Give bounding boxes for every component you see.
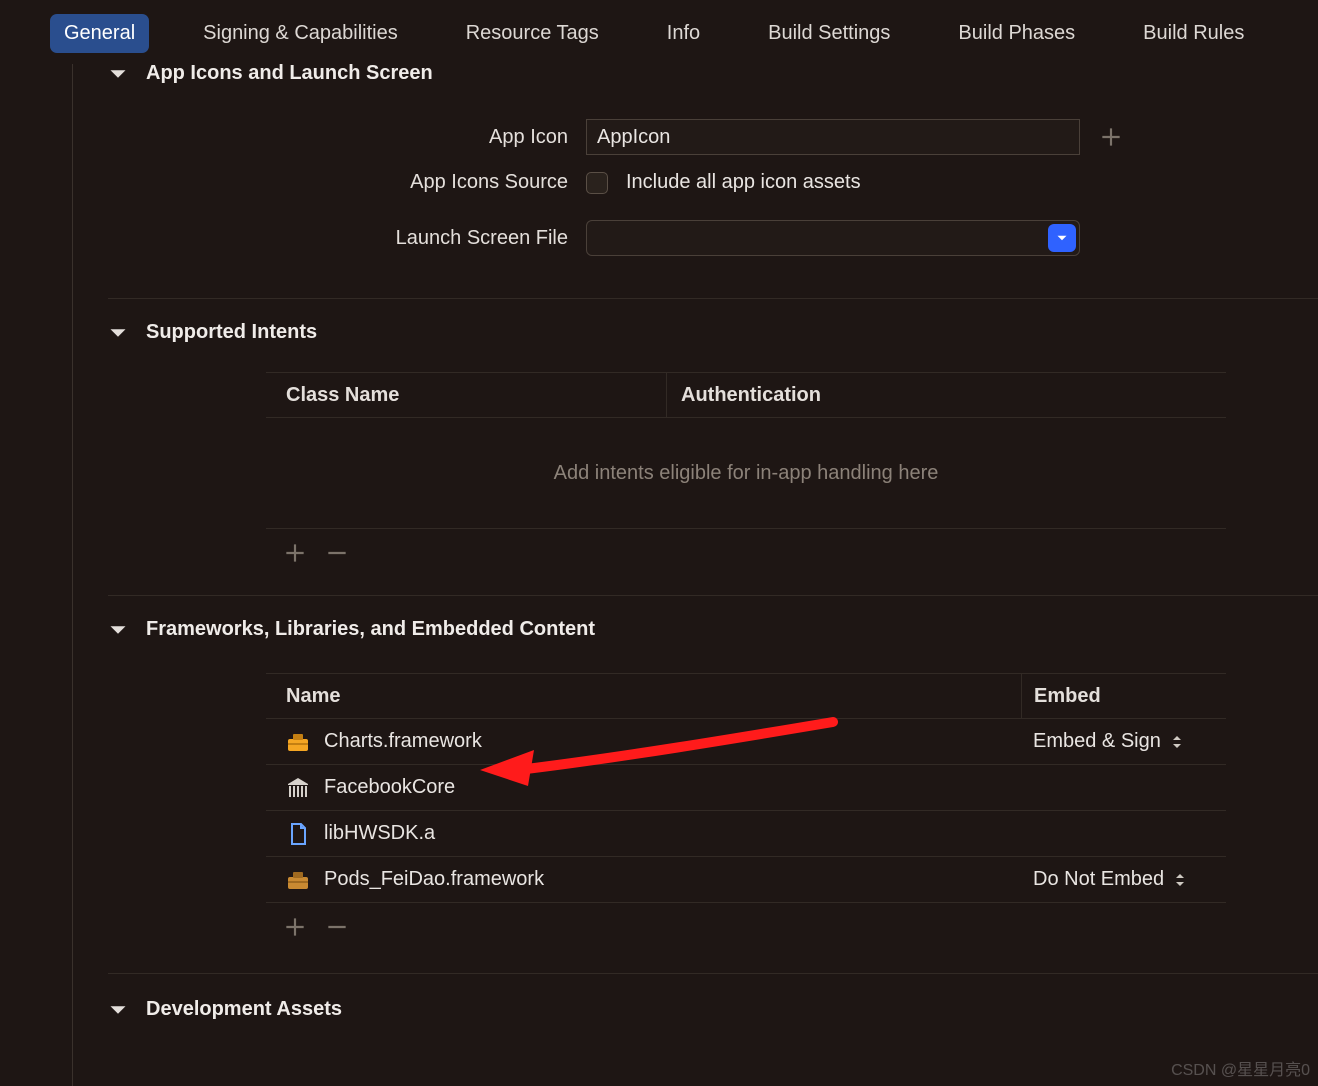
- chevron-down-icon: [108, 323, 128, 343]
- app-icon-input[interactable]: [586, 119, 1080, 155]
- chevron-down-icon: [108, 1000, 128, 1020]
- intents-actions: [266, 529, 1226, 577]
- embed-value[interactable]: Embed & Sign: [1033, 730, 1161, 753]
- section-title: Frameworks, Libraries, and Embedded Cont…: [146, 618, 595, 641]
- toolbox-icon: [286, 730, 310, 754]
- framework-name: libHWSDK.a: [324, 822, 435, 845]
- chevron-down-icon[interactable]: [1048, 224, 1076, 252]
- watermark: CSDN @星星月亮0: [1171, 1056, 1310, 1080]
- framework-row[interactable]: Charts.framework Embed & Sign: [266, 719, 1226, 765]
- column-embed[interactable]: Embed: [1021, 674, 1226, 718]
- toolbox-icon: [286, 868, 310, 892]
- sidebar-divider: [72, 64, 73, 1086]
- chevron-down-icon: [108, 64, 128, 84]
- frameworks-table-header: Name Embed: [266, 673, 1226, 719]
- column-name[interactable]: Name: [266, 685, 1021, 708]
- launch-screen-combo[interactable]: [586, 220, 1080, 256]
- tab-signing[interactable]: Signing & Capabilities: [189, 14, 412, 53]
- framework-row[interactable]: Pods_FeiDao.framework Do Not Embed: [266, 857, 1226, 903]
- app-icon-label: App Icon: [108, 126, 568, 149]
- launch-screen-label: Launch Screen File: [108, 227, 568, 250]
- section-title: Development Assets: [146, 998, 342, 1021]
- section-header-app-icons[interactable]: App Icons and Launch Screen: [108, 62, 1318, 85]
- include-all-label: Include all app icon assets: [626, 171, 861, 194]
- section-header-frameworks[interactable]: Frameworks, Libraries, and Embedded Cont…: [108, 618, 1318, 641]
- column-class-name[interactable]: Class Name: [266, 384, 666, 407]
- intents-table-header: Class Name Authentication: [266, 372, 1226, 418]
- tab-build-phases[interactable]: Build Phases: [944, 14, 1089, 53]
- row-launch-screen: Launch Screen File: [108, 212, 1318, 264]
- minus-icon[interactable]: [324, 914, 350, 940]
- app-icons-source-label: App Icons Source: [108, 171, 568, 194]
- section-header-intents[interactable]: Supported Intents: [108, 321, 1318, 344]
- plus-icon[interactable]: [282, 540, 308, 566]
- framework-name: Pods_FeiDao.framework: [324, 868, 544, 891]
- framework-name: Charts.framework: [324, 730, 482, 753]
- row-app-icons-source: App Icons Source Include all app icon as…: [108, 163, 1318, 202]
- content-area: App Icons and Launch Screen App Icon App…: [108, 64, 1318, 1086]
- updown-icon[interactable]: [1172, 872, 1188, 888]
- tab-info[interactable]: Info: [653, 14, 714, 53]
- tab-bar: General Signing & Capabilities Resource …: [0, 14, 1318, 53]
- frameworks-table: Name Embed Charts.framework Embed & Sign…: [266, 673, 1226, 951]
- intents-placeholder: Add intents eligible for in-app handling…: [266, 418, 1226, 528]
- chevron-down-icon: [108, 620, 128, 640]
- tab-resource-tags[interactable]: Resource Tags: [452, 14, 613, 53]
- intents-table: Class Name Authentication Add intents el…: [266, 372, 1226, 577]
- embed-value[interactable]: Do Not Embed: [1033, 868, 1164, 891]
- tab-build-settings[interactable]: Build Settings: [754, 14, 904, 53]
- tab-build-rules[interactable]: Build Rules: [1129, 14, 1258, 53]
- frameworks-actions: [266, 903, 1226, 951]
- framework-row[interactable]: FacebookCore: [266, 765, 1226, 811]
- plus-icon[interactable]: [282, 914, 308, 940]
- plus-icon[interactable]: [1098, 124, 1124, 150]
- framework-row[interactable]: libHWSDK.a: [266, 811, 1226, 857]
- tab-general[interactable]: General: [50, 14, 149, 53]
- section-title: Supported Intents: [146, 321, 317, 344]
- library-icon: [286, 776, 310, 800]
- framework-name: FacebookCore: [324, 776, 455, 799]
- updown-icon[interactable]: [1169, 734, 1185, 750]
- row-app-icon: App Icon: [108, 111, 1318, 163]
- column-authentication[interactable]: Authentication: [666, 373, 1226, 417]
- minus-icon[interactable]: [324, 540, 350, 566]
- section-header-dev-assets[interactable]: Development Assets: [108, 998, 1318, 1021]
- file-icon: [286, 822, 310, 846]
- section-title: App Icons and Launch Screen: [146, 62, 433, 85]
- include-all-checkbox[interactable]: [586, 172, 608, 194]
